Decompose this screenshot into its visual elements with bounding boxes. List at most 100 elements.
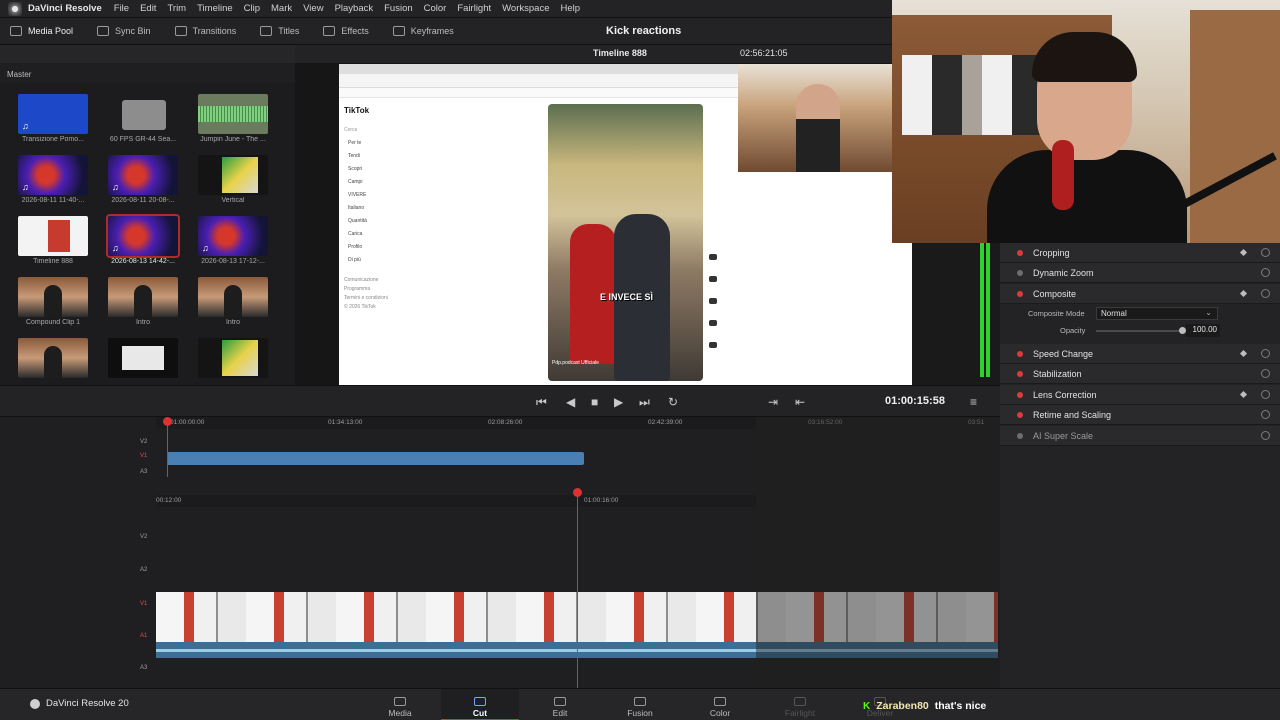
media-clip[interactable] (18, 338, 88, 380)
next-clip-icon[interactable]: ⇥ (768, 395, 778, 409)
reset-icon[interactable] (1261, 248, 1270, 257)
keyframe-icon[interactable] (1239, 390, 1248, 399)
media-clip[interactable]: 60 FPS GR-44 Sea... (108, 94, 178, 143)
keyframe-icon[interactable] (1239, 248, 1248, 257)
enable-toggle-icon[interactable] (1017, 370, 1023, 377)
menu-item-playback[interactable]: Playback (335, 3, 374, 14)
toolbar-effects[interactable]: Effects (323, 26, 369, 36)
inspector-retime-and-scaling[interactable]: Retime and Scaling (1000, 405, 1280, 425)
inspector-ai-super-scale[interactable]: AI Super Scale (1000, 426, 1280, 446)
play-icon[interactable]: ▶ (614, 395, 623, 409)
prev-clip-icon[interactable]: ⇤ (795, 395, 805, 409)
menu-item-trim[interactable]: Trim (167, 3, 186, 14)
clip-thumbnail: ♫ (18, 94, 88, 134)
toolbar-sync-bin[interactable]: Sync Bin (97, 26, 151, 36)
menu-item-help[interactable]: Help (560, 3, 580, 14)
clip-label: Jumpin June - The ... (200, 136, 266, 143)
media-clip[interactable]: Jumpin June - The ... (198, 94, 268, 143)
reset-icon[interactable] (1261, 289, 1270, 298)
clip-thumbnail (198, 277, 268, 317)
audio-meter-right (986, 243, 990, 377)
toolbar-media-pool[interactable]: Media Pool (10, 26, 73, 36)
reset-icon[interactable] (1261, 431, 1270, 440)
enable-toggle-icon[interactable] (1017, 290, 1023, 297)
media-clip[interactable]: Vertical (198, 155, 268, 204)
module-toolbar: Media Pool Sync Bin Transitions Titles Effec… (0, 18, 892, 45)
inspector-stabilization[interactable]: Stabilization (1000, 364, 1280, 384)
loop-icon[interactable]: ↻ (668, 395, 678, 409)
media-clip[interactable]: ♫ Transizione Pomo... (18, 94, 88, 143)
video-user: Pdp.podcast Ufficiale (552, 360, 599, 366)
lower-ruler[interactable]: 00:12:00 01:00:16:00 (156, 495, 756, 507)
menu-item-fairlight[interactable]: Fairlight (457, 3, 491, 14)
menu-item-mark[interactable]: Mark (271, 3, 292, 14)
media-clip[interactable]: ♫ 2026-08-13 17-12-... (198, 216, 268, 265)
stop-icon[interactable]: ■ (591, 395, 598, 409)
ruler-tick-label: 01:00:16:00 (584, 497, 619, 504)
enable-toggle-icon[interactable] (1017, 391, 1023, 398)
clip-label: 2026-08-13 14-42-... (111, 258, 175, 265)
menu-item-clip[interactable]: Clip (244, 3, 260, 14)
media-clip[interactable]: Intro (198, 277, 268, 326)
reset-icon[interactable] (1261, 268, 1270, 277)
viewer-timeline-name[interactable]: Timeline 888 (593, 48, 647, 58)
inspector-dynamic-zoom[interactable]: Dynamic Zoom (1000, 263, 1280, 283)
options-icon[interactable]: ≡ (970, 395, 977, 409)
enable-toggle-icon[interactable] (1017, 269, 1023, 276)
jump-start-icon[interactable]: ⏮ (536, 395, 547, 410)
opacity-value[interactable]: 100.00 (1186, 324, 1220, 337)
menu-item-view[interactable]: View (303, 3, 323, 14)
opacity-slider[interactable] (1096, 330, 1182, 332)
page-tab-media[interactable]: Media (361, 689, 439, 720)
media-clip[interactable]: ♫ 2026-08-11 11-40-... (18, 155, 88, 204)
page-tab-fairlight[interactable]: Fairlight (761, 689, 839, 720)
media-clip[interactable]: ♫ 2026-08-11 20-08-... (108, 155, 178, 204)
enable-toggle-icon[interactable] (1017, 350, 1023, 357)
clip-label: 2026-08-13 17-12-... (201, 258, 265, 265)
reset-icon[interactable] (1261, 369, 1270, 378)
mini-timeline-clip[interactable] (167, 452, 584, 465)
enable-toggle-icon[interactable] (1017, 432, 1023, 439)
keyframe-icon[interactable] (1239, 349, 1248, 358)
menu-item-file[interactable]: File (114, 3, 129, 14)
toolbar-items: Media Pool Sync Bin Transitions Titles Effec… (0, 26, 468, 36)
page-tab-cut[interactable]: Cut (441, 689, 519, 720)
media-clip[interactable]: Timeline 888 (18, 216, 88, 265)
page-tab-edit[interactable]: Edit (521, 689, 599, 720)
opacity-slider-knob[interactable] (1179, 327, 1186, 334)
reset-icon[interactable] (1261, 410, 1270, 419)
keyframe-icon[interactable] (1239, 289, 1248, 298)
section-title: Composite (1033, 288, 1077, 299)
menu-item-edit[interactable]: Edit (140, 3, 156, 14)
upper-ruler[interactable]: 01:00:00:00 01:34:13:00 02:08:26:00 02:42:3… (156, 417, 984, 429)
menu-item-fusion[interactable]: Fusion (384, 3, 413, 14)
viewer-frame[interactable]: TikTok Cerca Per te Tendi Scopri Campi VIVER… (339, 64, 912, 385)
media-clip[interactable]: ♫ 2026-08-13 14-42-... (106, 214, 180, 265)
media-clip[interactable]: Intro (108, 277, 178, 326)
menu-item-workspace[interactable]: Workspace (502, 3, 549, 14)
reset-icon[interactable] (1261, 349, 1270, 358)
enable-toggle-icon[interactable] (1017, 249, 1023, 256)
menu-item-timeline[interactable]: Timeline (197, 3, 233, 14)
reset-icon[interactable] (1261, 390, 1270, 399)
inspector-speed-change[interactable]: Speed Change (1000, 344, 1280, 364)
media-clip[interactable]: Compound Clip 1 (18, 277, 88, 326)
inspector-cropping[interactable]: Cropping (1000, 243, 1280, 263)
section-title: AI Super Scale (1033, 430, 1094, 441)
page-tab-color[interactable]: Color (681, 689, 759, 720)
toolbar-titles[interactable]: Titles (260, 26, 299, 36)
inspector-composite[interactable]: Composite (1000, 284, 1280, 304)
media-clip[interactable] (198, 338, 268, 380)
inspector-lens-correction[interactable]: Lens Correction (1000, 385, 1280, 405)
enable-toggle-icon[interactable] (1017, 411, 1023, 418)
menu-item-color[interactable]: Color (424, 3, 447, 14)
media-clip[interactable] (108, 338, 178, 380)
toolbar-label: Media Pool (28, 26, 74, 36)
play-reverse-icon[interactable]: ◀ (566, 395, 575, 409)
composite-mode-select[interactable]: Normal ⌄ (1096, 307, 1218, 320)
toolbar-transitions[interactable]: Transitions (174, 26, 236, 36)
timeline-out-region (756, 417, 1000, 688)
jump-end-icon[interactable]: ⏭ (639, 395, 650, 410)
page-tab-fusion[interactable]: Fusion (601, 689, 679, 720)
toolbar-keyframes[interactable]: Keyframes (392, 26, 454, 36)
